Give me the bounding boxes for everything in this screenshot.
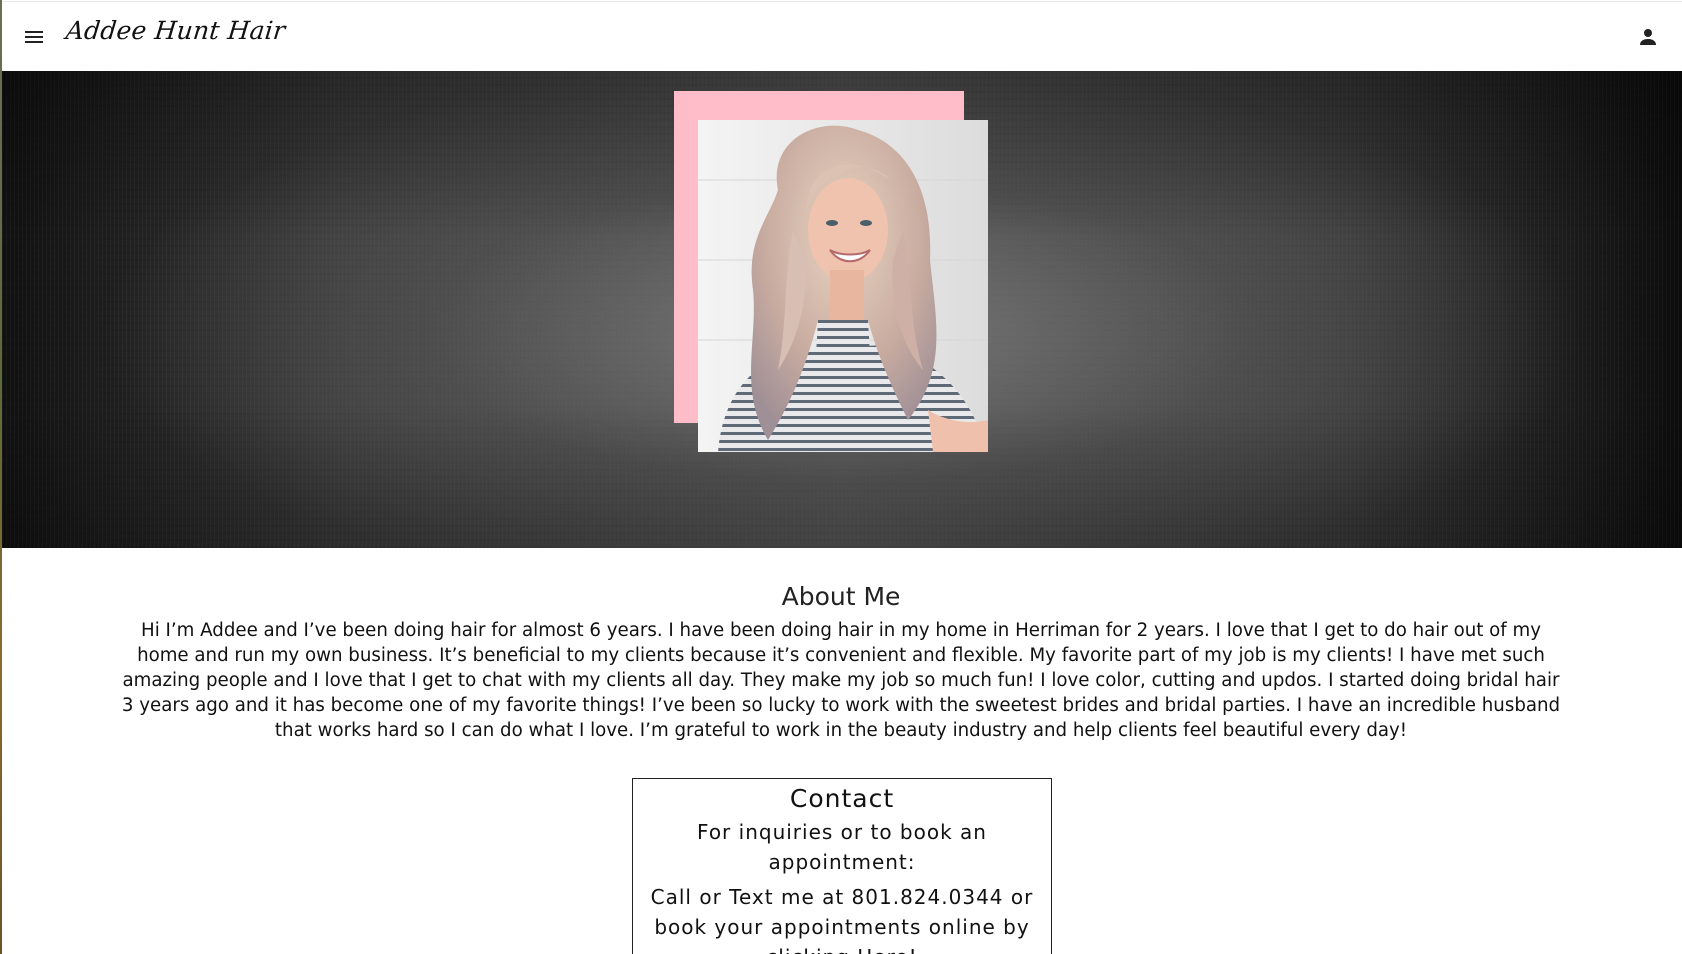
page: Addee Hunt Hair About Me Hi I’m Addee an… [0, 0, 1682, 954]
menu-icon[interactable] [22, 25, 46, 49]
about-body: Hi I’m Addee and I’ve been doing hair fo… [121, 620, 1561, 741]
contact-inquiries: For inquiries or to book an appointment: [697, 820, 987, 874]
contact-card: Contact For inquiries or to book an appo… [632, 778, 1052, 954]
hero-banner [2, 71, 1682, 548]
brand-logo-text[interactable]: Addee Hunt Hair [64, 16, 286, 45]
contact-call-text: Call or Text me at 801.824.0344 or book … [650, 885, 1034, 954]
about-title: About Me [781, 582, 901, 611]
contact-title: Contact [789, 784, 895, 813]
top-app-bar: Addee Hunt Hair [2, 1, 1682, 72]
account-icon[interactable] [1636, 25, 1660, 49]
profile-photo [698, 120, 988, 452]
